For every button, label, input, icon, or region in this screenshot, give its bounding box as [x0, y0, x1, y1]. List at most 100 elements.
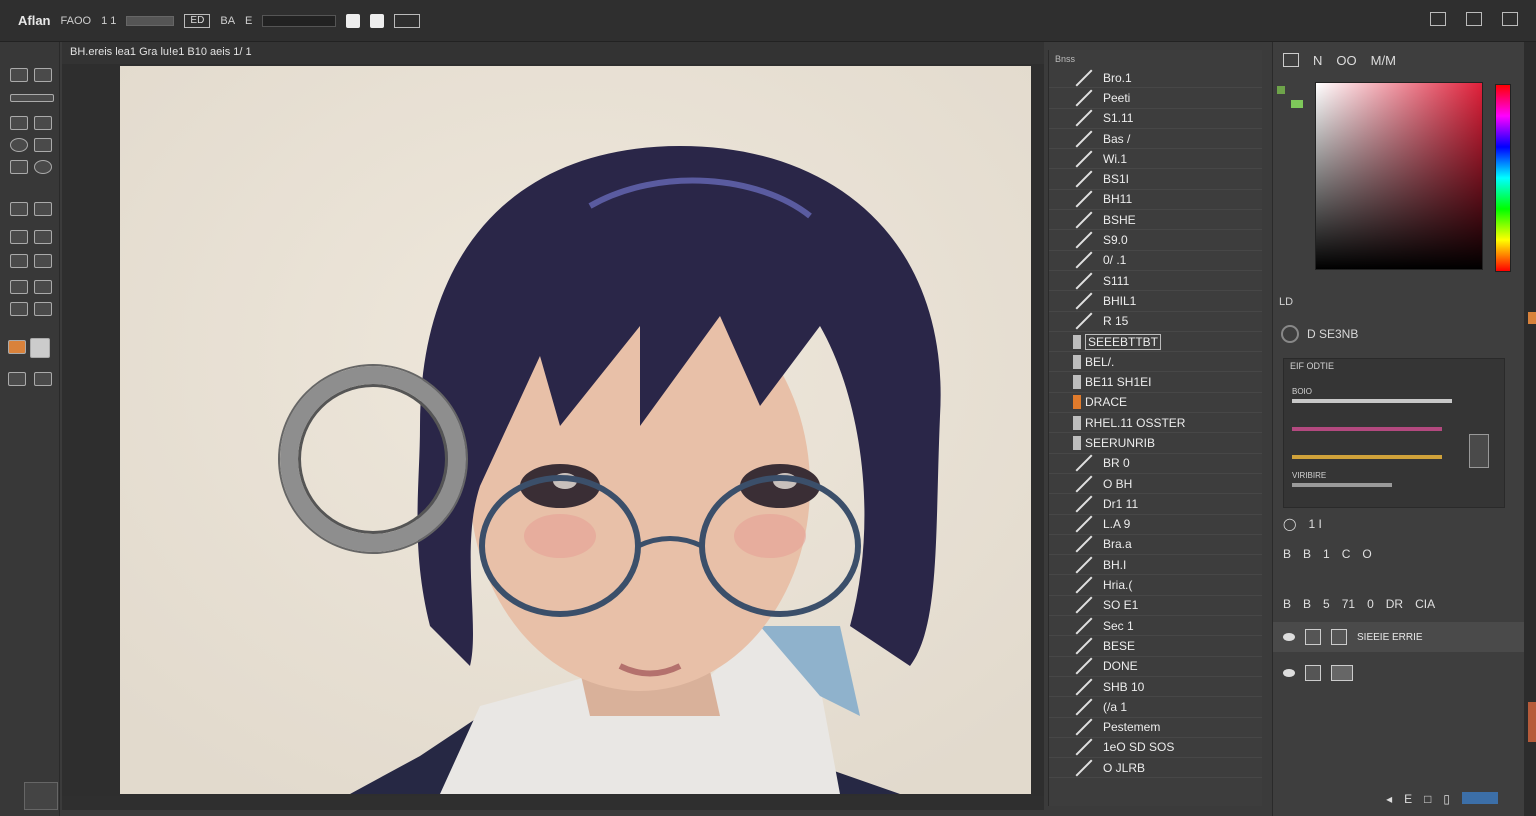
tool-group-icon[interactable]	[10, 94, 54, 102]
fg-color-chip[interactable]	[1277, 86, 1285, 94]
tab-color-2[interactable]: OO	[1336, 53, 1356, 68]
hue-slider[interactable]	[1495, 84, 1511, 272]
adjust-bar[interactable]	[1292, 455, 1442, 459]
new-group-icon[interactable]: ▯	[1443, 792, 1450, 806]
brush-item[interactable]: BSHE	[1049, 210, 1262, 231]
brush-item[interactable]: BR 0	[1049, 454, 1262, 474]
dock-chip[interactable]	[1528, 312, 1536, 324]
blur-tool-icon[interactable]	[34, 160, 52, 174]
tool-row-item-5[interactable]: O	[1362, 547, 1371, 561]
brush-item[interactable]: L.A 9	[1049, 515, 1262, 535]
opacity-field[interactable]	[262, 14, 337, 27]
gradient-tool-icon[interactable]	[10, 230, 28, 244]
layer-row[interactable]: SIEEIE ERRIE	[1273, 622, 1525, 652]
pressure-toggle-icon[interactable]	[346, 13, 361, 28]
eyedropper-tool-icon[interactable]	[10, 138, 28, 152]
zoom-tool-icon[interactable]	[34, 302, 52, 316]
brush-item[interactable]: 0/ .1	[1049, 251, 1262, 271]
brush-item[interactable]: DRACE	[1049, 393, 1262, 414]
canvas[interactable]	[120, 66, 1031, 794]
blend-row-item-3[interactable]: 5	[1323, 597, 1330, 611]
select-tool-icon[interactable]	[34, 68, 52, 82]
tool-row-item-3[interactable]: 1	[1323, 547, 1330, 561]
history-tool-icon[interactable]	[34, 202, 52, 216]
grid-icon[interactable]	[394, 13, 421, 28]
bg-color-chip[interactable]	[1291, 100, 1303, 108]
brush-item[interactable]: Bra.a	[1049, 535, 1262, 556]
link-layers-icon[interactable]: ◂	[1386, 792, 1392, 806]
move-tool-icon[interactable]	[10, 68, 28, 82]
adjust-bar[interactable]	[1292, 483, 1392, 487]
size-slider[interactable]	[126, 15, 175, 26]
brush-item[interactable]: S9.0	[1049, 230, 1262, 251]
brush-item[interactable]: R 15	[1049, 312, 1262, 332]
quick-mask-icon[interactable]	[30, 338, 50, 358]
brush-item[interactable]: SEEEBTTBT	[1049, 332, 1262, 353]
shape-tool-icon[interactable]	[34, 280, 52, 294]
foreground-color-swatch[interactable]	[24, 782, 58, 810]
new-layer-button[interactable]	[1462, 792, 1498, 804]
brush-item[interactable]: Peeti	[1049, 88, 1262, 109]
brush-item[interactable]: (/a 1	[1049, 697, 1262, 718]
mode-box[interactable]: ED	[184, 13, 211, 28]
pen-tool-icon[interactable]	[10, 254, 28, 268]
brush-item[interactable]: Hria.(	[1049, 575, 1262, 596]
tool-row-item-1[interactable]: B	[1283, 547, 1291, 561]
brush-item[interactable]: BH11	[1049, 190, 1262, 211]
brush-item[interactable]: BS1I	[1049, 169, 1262, 190]
tab-color-1[interactable]: N	[1313, 53, 1322, 68]
adjust-bar[interactable]	[1292, 427, 1442, 431]
adjust-bar[interactable]	[1292, 399, 1452, 403]
restore-icon[interactable]	[1466, 12, 1482, 26]
brush-item[interactable]: O BH	[1049, 474, 1262, 495]
brush-item[interactable]: Bro.1	[1049, 68, 1262, 89]
color-picker-field[interactable]	[1315, 82, 1483, 270]
eye-icon[interactable]	[1283, 633, 1295, 641]
edit-toolbar-icon[interactable]	[34, 372, 52, 386]
blend-row-item-6[interactable]: DR	[1386, 597, 1403, 611]
options-circle-icon[interactable]: ◯	[1283, 517, 1296, 531]
adjustment-circle-icon[interactable]	[1281, 325, 1299, 343]
paint-bucket-icon[interactable]	[8, 340, 26, 354]
dock-chip[interactable]	[1528, 702, 1536, 742]
fx-icon[interactable]: E	[1404, 792, 1412, 806]
mask-icon[interactable]: □	[1424, 792, 1431, 806]
brush-item[interactable]: Dr1 11	[1049, 494, 1262, 515]
document-tab[interactable]: BH.ereis lea1 Gra lu!e1 B10 aeis 1/ 1	[62, 42, 1044, 64]
brush-item[interactable]: 1eO SD SOS	[1049, 738, 1262, 759]
brush-item[interactable]: SHB 10	[1049, 677, 1262, 698]
path-tool-icon[interactable]	[10, 280, 28, 294]
tool-row-item-2[interactable]: B	[1303, 547, 1311, 561]
blend-row-item-4[interactable]: 71	[1342, 597, 1355, 611]
blend-row-item-7[interactable]: CIA	[1415, 597, 1435, 611]
brush-item[interactable]: Pestemem	[1049, 718, 1262, 738]
lasso-tool-icon[interactable]	[10, 116, 28, 130]
option-label-4[interactable]: E	[245, 15, 252, 27]
brush-item[interactable]: DONE	[1049, 657, 1262, 677]
brush-item[interactable]: RHEL.11 OSSTER	[1049, 413, 1262, 434]
tab-color-3[interactable]: M/M	[1371, 53, 1396, 68]
brush-item[interactable]: Bas /	[1049, 129, 1262, 150]
side-handle[interactable]	[1469, 434, 1489, 468]
screen-mode-icon[interactable]	[8, 372, 26, 386]
stamp-tool-icon[interactable]	[10, 202, 28, 216]
blend-row-item-5[interactable]: 0	[1367, 597, 1374, 611]
minimize-icon[interactable]	[1430, 12, 1446, 26]
brush-item[interactable]: S1.11	[1049, 109, 1262, 129]
blend-row-item-1[interactable]: B	[1283, 597, 1291, 611]
flow-toggle-icon[interactable]	[370, 13, 385, 28]
brush-tool-icon[interactable]	[34, 138, 52, 152]
dodge-tool-icon[interactable]	[34, 230, 52, 244]
brush-item[interactable]: BEL/.	[1049, 352, 1262, 373]
brush-item[interactable]: Sec 1	[1049, 616, 1262, 637]
brush-item[interactable]: O JLRB	[1049, 758, 1262, 779]
crop-tool-icon[interactable]	[34, 116, 52, 130]
close-icon[interactable]	[1502, 12, 1518, 26]
brush-item[interactable]: SO E1	[1049, 596, 1262, 617]
option-label-3[interactable]: BA	[220, 15, 235, 27]
layer-row[interactable]	[1273, 658, 1525, 688]
eye-icon[interactable]	[1283, 669, 1295, 677]
brush-item[interactable]: SEERUNRIB	[1049, 433, 1262, 454]
eraser-tool-icon[interactable]	[10, 160, 28, 174]
hand-tool-icon[interactable]	[10, 302, 28, 316]
